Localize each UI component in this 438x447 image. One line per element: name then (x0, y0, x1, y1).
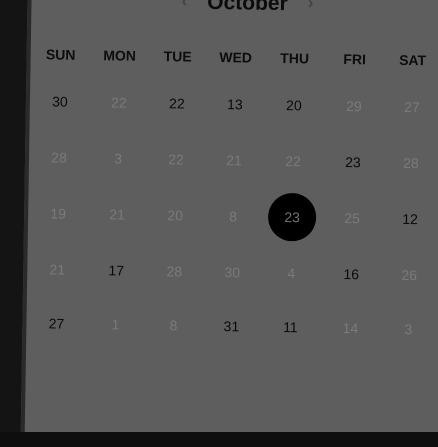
day-number: 27 (48, 315, 65, 332)
day-number: 17 (108, 262, 125, 279)
day-number: 28 (166, 263, 183, 280)
chevron-right-icon[interactable]: › (293, 0, 327, 14)
weekday-label-tue: TUE (163, 48, 192, 65)
weekday-label-sun: SUN (45, 46, 76, 63)
day-number: 19 (50, 205, 67, 222)
screen: ‹ October › SUN MON TUE WED THU FRI SAT 30 22 22… (0, 0, 438, 447)
day-cell[interactable]: 30 (31, 88, 89, 115)
day-number: 29 (345, 98, 362, 115)
day-cell[interactable]: 13 (206, 91, 264, 118)
day-number: 22 (285, 153, 301, 170)
day-number: 23 (345, 154, 361, 171)
day-number: 4 (287, 265, 296, 282)
selected-day-cell[interactable]: 23 (263, 192, 321, 242)
weekday-label-wed: WED (219, 49, 253, 66)
day-cell[interactable]: 25 (323, 205, 381, 232)
day-number: 8 (229, 208, 238, 225)
day-cell[interactable]: 30 (203, 259, 261, 286)
day-cell[interactable]: 1 (86, 311, 144, 338)
day-cell[interactable]: 31 (202, 313, 260, 340)
day-cell[interactable]: 22 (90, 89, 148, 116)
day-cell[interactable]: 29 (325, 93, 383, 120)
day-number: 22 (169, 95, 185, 112)
day-cell[interactable]: 21 (28, 256, 86, 283)
day-cell[interactable]: 19 (29, 200, 87, 227)
day-number: 12 (402, 210, 419, 228)
calendar-panel: ‹ October › SUN MON TUE WED THU FRI SAT 30 22 22… (20, 0, 438, 439)
day-number: 3 (114, 150, 123, 167)
day-grid: 30 22 22 13 20 29 27 28 3 22 21 22 23 28 19 21 20 8 23 25 12… (26, 88, 436, 337)
day-cell[interactable]: 20 (265, 92, 323, 119)
day-cell[interactable]: 3 (89, 145, 147, 172)
day-cell[interactable]: 22 (264, 148, 322, 175)
month-title: October (207, 0, 288, 16)
day-number: 1 (111, 316, 120, 333)
day-number: 14 (342, 319, 359, 337)
day-cell[interactable]: 28 (145, 258, 203, 285)
day-cell[interactable]: 21 (88, 201, 146, 228)
day-cell[interactable]: 21 (205, 147, 263, 174)
weekday-label-mon: MON (103, 47, 137, 64)
day-number: 8 (169, 317, 178, 334)
day-number: 30 (52, 93, 68, 110)
weekday-label-fri: FRI (343, 50, 367, 68)
month-header: ‹ October › (27, 0, 438, 19)
day-number: 22 (168, 151, 184, 168)
day-number: 28 (403, 154, 419, 172)
day-cell[interactable]: 22 (147, 146, 205, 173)
day-cell[interactable]: 28 (382, 150, 438, 177)
day-cell[interactable]: 17 (87, 257, 145, 284)
bottom-frame-bar (0, 432, 438, 447)
day-cell[interactable]: 27 (27, 310, 85, 337)
day-number: 21 (109, 206, 126, 223)
day-number: 23 (284, 209, 301, 226)
day-number: 25 (344, 210, 361, 227)
day-number: 26 (401, 266, 418, 284)
day-cell[interactable]: 3 (379, 316, 437, 343)
day-number: 16 (343, 265, 360, 283)
day-cell[interactable]: 26 (380, 262, 438, 289)
day-number: 3 (404, 320, 413, 338)
day-number: 21 (49, 261, 66, 278)
day-number: 20 (167, 207, 184, 224)
day-number: 11 (283, 319, 298, 336)
day-cell[interactable]: 27 (383, 94, 438, 121)
day-cell[interactable]: 28 (30, 144, 88, 171)
day-number: 20 (285, 97, 302, 114)
day-cell[interactable]: 14 (321, 315, 379, 342)
day-number: 13 (226, 96, 243, 113)
day-number: 21 (226, 152, 242, 169)
day-number: 30 (224, 264, 241, 281)
day-cell[interactable]: 22 (148, 90, 206, 117)
day-cell[interactable]: 23 (324, 149, 382, 176)
day-cell[interactable]: 4 (262, 260, 320, 287)
weekday-label-sat: SAT (399, 51, 427, 69)
day-cell[interactable]: 8 (144, 312, 202, 339)
day-number: 22 (111, 94, 127, 111)
day-cell[interactable]: 11 (261, 314, 319, 341)
day-number: 27 (403, 98, 420, 116)
day-cell[interactable]: 16 (322, 261, 380, 288)
day-cell[interactable]: 12 (381, 206, 438, 233)
day-number: 28 (51, 149, 67, 166)
day-cell[interactable]: 8 (204, 203, 262, 230)
day-cell[interactable]: 20 (146, 202, 204, 229)
day-number: 31 (223, 318, 240, 335)
weekday-label-thu: THU (280, 49, 310, 67)
weekday-header-row: SUN MON TUE WED THU FRI SAT (26, 46, 436, 76)
chevron-left-icon[interactable]: ‹ (167, 0, 201, 12)
